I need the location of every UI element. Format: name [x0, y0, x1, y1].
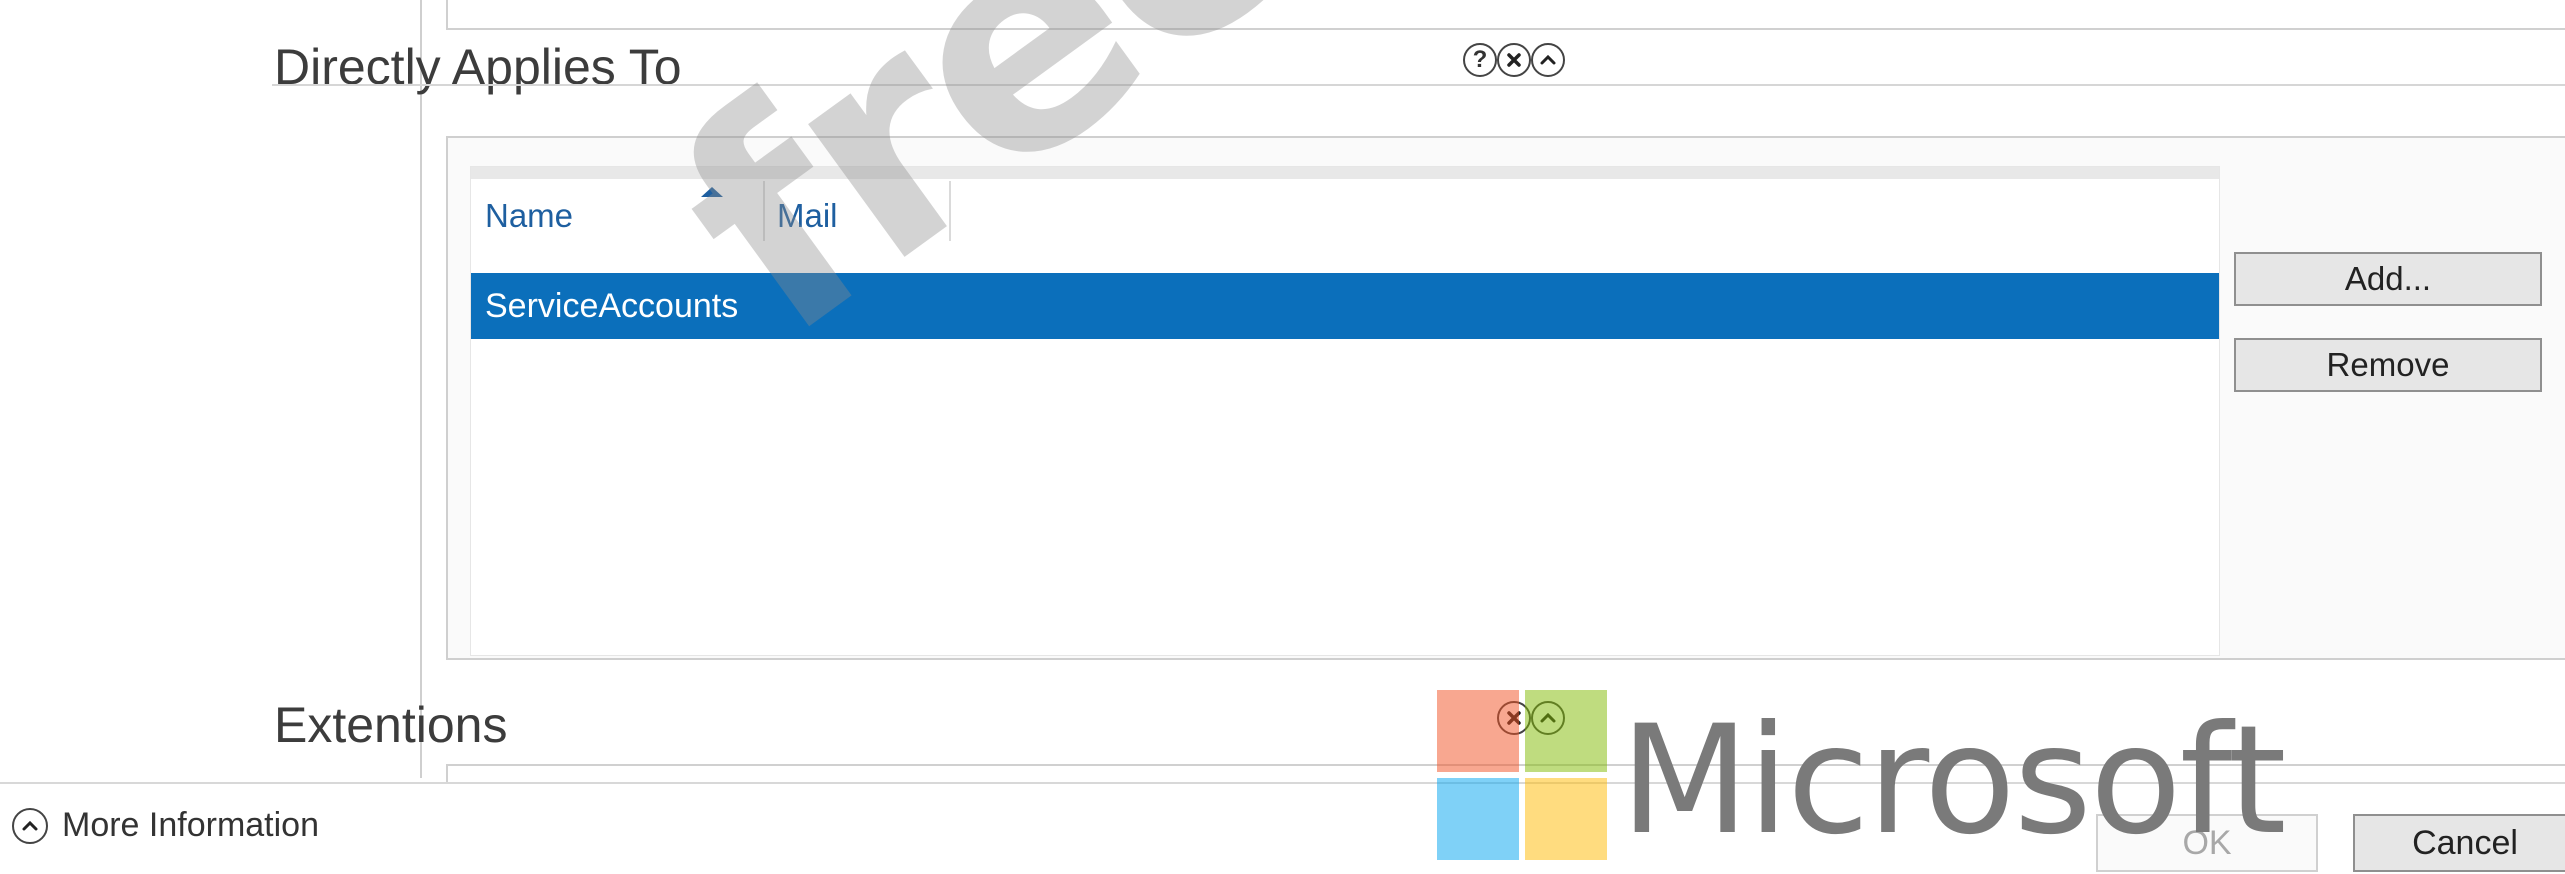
- table-row[interactable]: ServiceAccounts: [471, 273, 2219, 339]
- left-navigation-pane: [0, 0, 422, 778]
- microsoft-logo-icon: [1437, 690, 1609, 862]
- chevron-up-icon: [1540, 54, 1556, 65]
- more-information-label: More Information: [62, 806, 319, 844]
- microsoft-watermark-text: Microsoft: [1620, 694, 2287, 868]
- logo-square-green: [1525, 690, 1607, 772]
- column-separator[interactable]: [763, 181, 765, 241]
- section-title-extensions: Extentions: [274, 697, 508, 753]
- remove-button[interactable]: Remove: [2234, 338, 2542, 392]
- help-glyph: ?: [1472, 46, 1488, 73]
- column-header-name[interactable]: Name: [485, 197, 573, 235]
- logo-square-red: [1437, 690, 1519, 772]
- help-icon[interactable]: ?: [1463, 43, 1497, 77]
- column-header-mail[interactable]: Mail: [777, 197, 838, 235]
- grid-scroll-header: [471, 167, 2219, 179]
- section-title-directly-applies-to: Directly Applies To: [274, 39, 682, 95]
- add-button[interactable]: Add...: [2234, 252, 2542, 306]
- previous-section-panel: [446, 0, 2565, 30]
- logo-square-blue: [1437, 778, 1519, 860]
- more-information-toggle[interactable]: More Information: [12, 806, 319, 845]
- close-section-icon[interactable]: [1497, 43, 1531, 77]
- collapse-section-icon[interactable]: [1531, 43, 1565, 77]
- logo-square-yellow: [1525, 778, 1607, 860]
- cell-name: ServiceAccounts: [485, 287, 739, 325]
- section-divider: [272, 84, 2565, 86]
- applies-to-grid[interactable]: Name Mail ServiceAccounts: [470, 166, 2220, 656]
- cancel-button[interactable]: Cancel: [2353, 814, 2565, 872]
- chevron-up-glyph: [22, 820, 38, 830]
- column-separator[interactable]: [949, 181, 951, 241]
- close-icon: [1507, 53, 1521, 67]
- chevron-up-icon: [12, 807, 48, 844]
- sort-ascending-icon: [701, 187, 723, 197]
